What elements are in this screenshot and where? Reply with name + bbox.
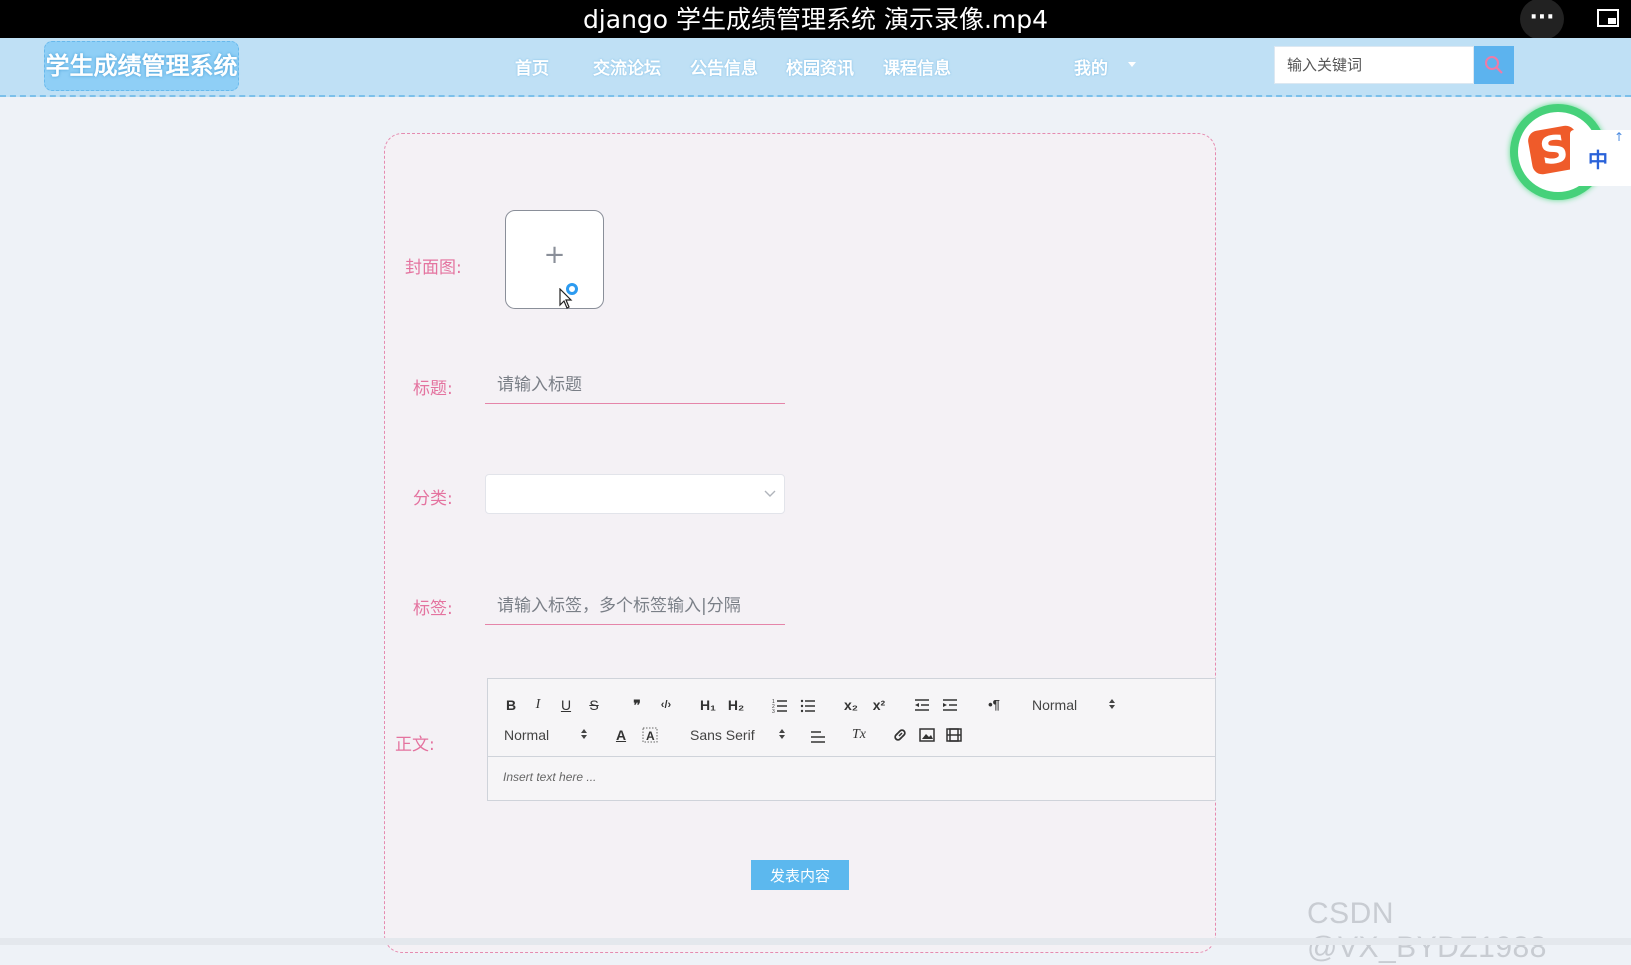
tags-input[interactable] [485,587,785,625]
background-color-icon[interactable]: A [642,725,658,745]
category-label: 分类: [413,489,453,509]
font-color-button[interactable]: A [614,725,628,745]
outdent-icon[interactable] [914,695,930,715]
nav-item-courses[interactable]: 课程信息 [883,54,951,79]
plus-icon: + [543,240,566,270]
nav-item-home[interactable]: 首页 [515,54,549,79]
nav-item-mine[interactable]: 我的 [1074,54,1108,79]
link-icon[interactable] [892,725,908,745]
tags-label: 标签: [413,599,453,619]
body-label: 正文: [395,735,435,755]
heading-1-button[interactable]: H₁ [698,695,718,715]
clear-format-button[interactable]: Tx [850,725,868,745]
nav-item-forum[interactable]: 交流论坛 [593,54,661,79]
select-arrows-icon [1109,699,1115,709]
editor-toolbar-row-1: B I U S ❞ ‹/› H₁ H₂ 1 2 3 x₂ x² •¶ Norma… [488,691,1215,719]
site-logo[interactable]: 学生成绩管理系统 [44,41,239,91]
image-icon[interactable] [919,725,935,745]
bottom-strip [0,938,1631,945]
select-arrows-icon [779,729,785,739]
search-icon [1485,56,1503,74]
font-family-select[interactable]: Sans Serif [690,725,755,745]
picture-in-picture-icon[interactable] [1597,9,1619,27]
ordered-list-icon[interactable]: 1 2 3 [772,695,788,715]
select-arrows-icon [581,729,587,739]
chevron-down-icon[interactable] [1128,62,1136,67]
bold-button[interactable]: B [504,695,518,715]
top-navigation: 学生成绩管理系统 首页 交流论坛 公告信息 校园资讯 课程信息 我的 [0,38,1631,97]
search-input[interactable] [1274,46,1474,84]
loading-indicator-icon [566,283,578,295]
publish-button[interactable]: 发表内容 [751,860,849,890]
svg-text:A: A [646,729,655,743]
superscript-button[interactable]: x² [870,695,888,715]
italic-button[interactable]: I [531,695,545,715]
category-select[interactable] [485,474,785,514]
more-options-icon[interactable]: ··· [1520,0,1564,40]
indent-icon[interactable] [942,695,958,715]
strikethrough-button[interactable]: S [587,695,601,715]
editor-toolbar-row-2: Normal A A Sans Serif Tx [488,721,1215,749]
title-label: 标题: [413,379,453,399]
blockquote-button[interactable]: ❞ [629,695,645,715]
header-select[interactable]: Normal [1032,695,1077,715]
video-icon[interactable] [946,725,962,745]
svg-text:3: 3 [772,709,775,715]
size-select[interactable]: Normal [504,725,549,745]
cover-image-upload[interactable]: + [505,210,604,309]
editor-content-area[interactable]: Insert text here ... [488,756,1215,800]
ime-language-panel[interactable]: ↑ 中 [1570,130,1631,186]
cover-image-label: 封面图: [405,258,462,278]
ime-language-indicator[interactable]: 中 [1588,144,1608,173]
watermark: CSDN @VX_BYDZ1988 [1307,897,1547,964]
align-icon[interactable] [810,725,826,745]
subscript-button[interactable]: x₂ [842,695,860,715]
heading-2-button[interactable]: H₂ [726,695,746,715]
code-block-button[interactable]: ‹/› [656,695,676,715]
underline-button[interactable]: U [559,695,573,715]
video-title-bar: django 学生成绩管理系统 演示录像.mp4 ··· [0,0,1631,40]
nav-item-campus-news[interactable]: 校园资讯 [786,54,854,79]
rich-text-editor: B I U S ❞ ‹/› H₁ H₂ 1 2 3 x₂ x² •¶ Norma… [487,678,1216,801]
video-title: django 学生成绩管理系统 演示录像.mp4 [582,5,1049,34]
text-direction-button[interactable]: •¶ [985,695,1003,715]
search-button[interactable] [1474,46,1514,84]
nav-item-notices[interactable]: 公告信息 [690,54,758,79]
arrow-up-icon: ↑ [1614,130,1625,144]
title-input[interactable] [485,366,785,404]
bullet-list-icon[interactable] [800,695,816,715]
editor-placeholder: Insert text here ... [503,770,597,784]
chevron-down-icon [764,490,776,497]
